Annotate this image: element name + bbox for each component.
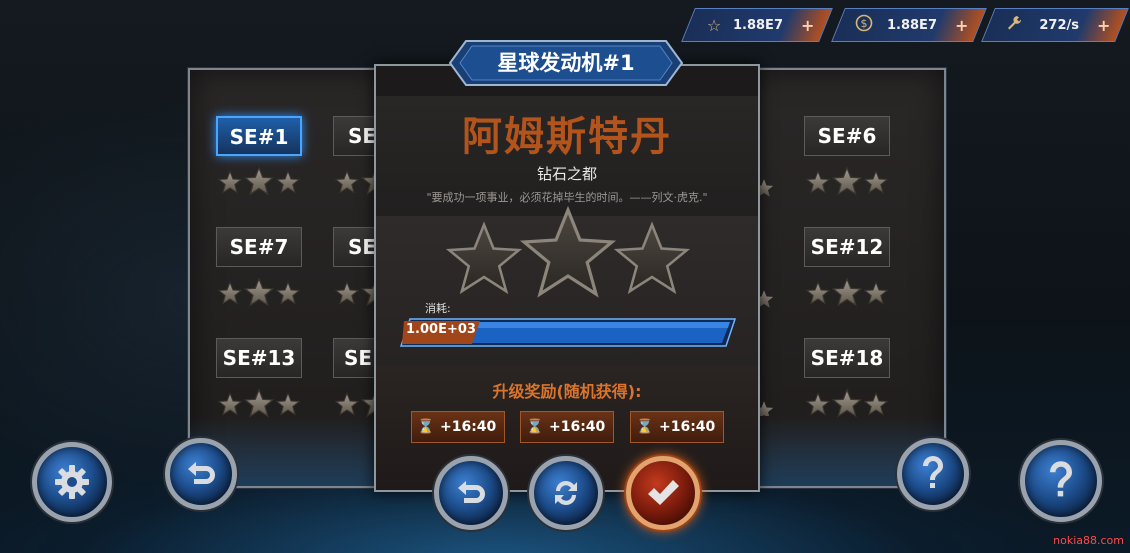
stars-rating: [218, 167, 300, 195]
engine-slot-partial[interactable]: SE: [333, 112, 375, 198]
slot-label: SE: [333, 116, 375, 156]
stars-rating: [806, 167, 888, 195]
cost-label: 消耗:: [425, 302, 451, 315]
resource-value: 1.88E7: [886, 17, 937, 33]
refresh-button[interactable]: [529, 456, 603, 530]
refresh-icon: [555, 481, 577, 505]
city-name: 阿姆斯特丹: [462, 113, 672, 160]
back-arrow-icon: [188, 462, 215, 484]
slot-label: SE#12: [804, 227, 890, 267]
reward-item: ⌛ +16:40: [520, 411, 614, 443]
slot-label: SE#8: [333, 227, 375, 267]
engine-slot-se6[interactable]: SE#6: [804, 112, 890, 198]
engine-slot-se1[interactable]: SE#1: [216, 112, 302, 198]
slot-label: SE#1: [216, 116, 302, 156]
confirm-button[interactable]: [626, 456, 700, 530]
reward-item: ⌛ +16:40: [411, 411, 505, 443]
settings-button[interactable]: [32, 442, 112, 522]
reward-title: 升级奖励(随机获得):: [492, 382, 642, 401]
stars-rating: [335, 389, 375, 417]
engine-slot-se12[interactable]: SE#12: [804, 223, 890, 309]
stars-rating: [806, 278, 888, 306]
hourglass-icon: ⌛: [636, 419, 654, 435]
slot-label: SE#7: [216, 227, 302, 267]
stars-rating: [335, 167, 375, 195]
gear-icon: [55, 465, 89, 499]
star-outline-icon: ☆: [706, 15, 722, 35]
engine-slot-se7[interactable]: SE#7: [216, 223, 302, 309]
resource-production: 272/s +: [981, 8, 1129, 42]
city-subtitle: 钻石之都: [536, 165, 597, 183]
hourglass-icon: ⌛: [526, 419, 544, 435]
resource-value: 1.88E7: [732, 17, 783, 33]
resource-stars: ☆ 1.88E7 +: [681, 8, 833, 42]
coin-glyph: $: [861, 17, 868, 30]
add-resource-button[interactable]: +: [1097, 16, 1113, 35]
reward-value: +16:40: [549, 419, 606, 435]
dialog-title-plate: 星球发动机#1: [448, 39, 684, 87]
checkmark-icon: [648, 480, 679, 505]
engine-slot-se18[interactable]: SE#18: [804, 334, 890, 420]
partial-stars-decoration: [760, 179, 774, 416]
reward-value: +16:40: [440, 419, 497, 435]
add-resource-button[interactable]: +: [801, 16, 817, 35]
add-resource-button[interactable]: +: [955, 16, 971, 35]
help-button-large[interactable]: [1020, 440, 1102, 522]
help-button[interactable]: [897, 438, 969, 510]
slot-label: SE#18: [804, 338, 890, 378]
dialog-title: 星球发动机#1: [497, 51, 635, 75]
slot-label: SE: [333, 338, 375, 378]
watermark: nokia88.com: [1053, 534, 1124, 547]
stars-rating: [806, 389, 888, 417]
back-button-left[interactable]: [165, 438, 237, 510]
back-button[interactable]: [434, 456, 508, 530]
city-quote: "要成功一项事业，必须花掉毕生的时间。——列文·虎克.": [426, 191, 708, 204]
stars-rating: [218, 278, 300, 306]
engine-slot-se13[interactable]: SE#13: [216, 334, 302, 420]
coin-icon: $: [853, 14, 875, 36]
resource-value: 272/s: [1039, 17, 1079, 33]
large-stars-rating: [447, 208, 689, 296]
engine-slot-partial[interactable]: SE#8: [333, 223, 375, 309]
stars-rating: [218, 389, 300, 417]
reward-value: +16:40: [659, 419, 716, 435]
resource-coins: $ 1.88E7 +: [831, 8, 987, 42]
slot-label: SE#6: [804, 116, 890, 156]
reward-item: ⌛ +16:40: [630, 411, 724, 443]
slot-label: SE#13: [216, 338, 302, 378]
question-icon: [1050, 461, 1072, 497]
question-icon: [923, 456, 943, 488]
back-arrow-icon: [458, 481, 485, 503]
hourglass-icon: ⌛: [417, 419, 435, 435]
stars-rating: [335, 278, 375, 306]
engine-slot-partial[interactable]: SE: [333, 334, 375, 420]
cost-value: 1.00E+03: [406, 322, 476, 337]
wrench-icon: [1003, 14, 1025, 36]
